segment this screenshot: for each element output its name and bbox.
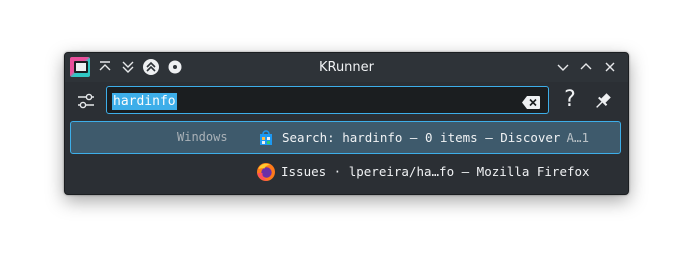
discover-icon: [257, 129, 275, 147]
maximize-icon[interactable]: [577, 58, 595, 76]
krunner-window: KRunner hardinfo ? Windows Search: hardi…: [64, 52, 629, 195]
firefox-icon: [256, 162, 275, 181]
pin-icon[interactable]: [593, 91, 613, 111]
result-title: Issues · lpereira/ha…fo — Mozilla Firefo…: [281, 164, 590, 179]
result-item[interactable]: Windows Search: hardinfo – 0 items — Dis…: [70, 121, 621, 154]
result-subtext: A…1: [566, 130, 590, 145]
configure-icon[interactable]: [76, 91, 96, 111]
search-input[interactable]: hardinfo: [106, 86, 549, 114]
search-query-text[interactable]: hardinfo: [112, 93, 177, 110]
window-title: KRunner: [318, 60, 375, 75]
titlebar[interactable]: KRunner: [65, 53, 628, 82]
results-list: Windows Search: hardinfo – 0 items — Dis…: [70, 121, 621, 188]
clear-text-icon[interactable]: [522, 94, 540, 109]
help-button[interactable]: ?: [559, 88, 581, 112]
minimize-icon[interactable]: [554, 58, 572, 76]
result-category: Windows: [177, 130, 228, 144]
result-title: Search: hardinfo – 0 items — Discover A…1: [282, 130, 590, 145]
result-item[interactable]: Issues · lpereira/ha…fo — Mozilla Firefo…: [70, 155, 621, 188]
close-icon[interactable]: [601, 58, 619, 76]
